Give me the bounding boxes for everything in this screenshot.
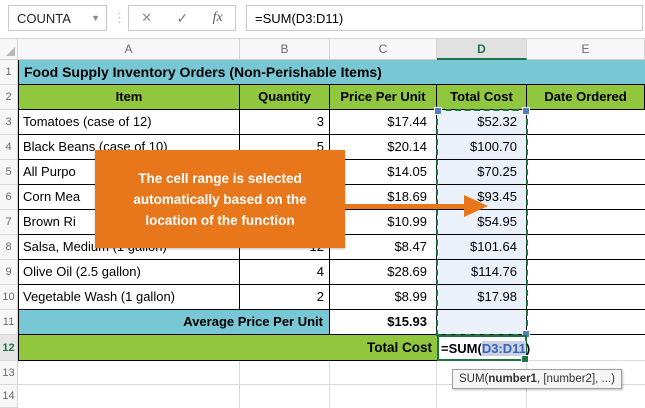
average-label-cell[interactable]: Average Price Per Unit <box>18 310 330 335</box>
cell-e10[interactable] <box>527 285 645 310</box>
cancel-icon[interactable]: ✕ <box>141 10 152 26</box>
cell-e7[interactable] <box>527 210 645 235</box>
row-header-8[interactable]: 8 <box>0 235 18 260</box>
header-total[interactable]: Total Cost <box>437 85 527 110</box>
formula-bar-text: =SUM(D3:D11) <box>255 10 344 26</box>
callout-line: location of the function <box>145 212 295 228</box>
column-header-c[interactable]: C <box>330 38 437 60</box>
row-header-2[interactable]: 2 <box>0 85 18 110</box>
cell-e4[interactable] <box>527 135 645 160</box>
callout-arrow-shaft <box>345 204 465 209</box>
cell-a3[interactable]: Tomatoes (case of 12) <box>18 110 240 135</box>
header-price[interactable]: Price Per Unit <box>330 85 437 110</box>
formula-bar-input[interactable]: =SUM(D3:D11) <box>246 5 643 31</box>
header-item[interactable]: Item <box>18 85 240 110</box>
cell-c10[interactable]: $8.99 <box>330 285 437 310</box>
formula-prefix: =SUM( <box>441 340 482 356</box>
row-header-3[interactable]: 3 <box>0 110 18 135</box>
screentip-suffix: , [number2], ...) <box>536 373 615 385</box>
select-all-button[interactable] <box>0 38 18 60</box>
function-screentip: SUM(number1, [number2], ...) <box>452 369 622 389</box>
separator-dots-icon: ⋮ <box>113 10 126 25</box>
cell-e11[interactable] <box>527 310 645 335</box>
callout-line: The cell range is selected <box>138 170 302 186</box>
name-box-value: COUNTA <box>17 10 71 26</box>
header-quantity[interactable]: Quantity <box>240 85 330 110</box>
name-box[interactable]: COUNTA ▼ <box>8 5 107 31</box>
column-header-a[interactable]: A <box>18 38 240 60</box>
row-header-14[interactable]: 14 <box>0 385 18 408</box>
callout-arrow-head-icon <box>464 195 488 217</box>
screentip-arg1: number1 <box>488 373 537 385</box>
gridline <box>529 360 645 361</box>
cell-d12-formula-edit[interactable]: =SUM(D3:D11) <box>437 335 531 363</box>
row-header-11[interactable]: 11 <box>0 310 18 335</box>
cell-d3[interactable]: $52.32 <box>437 110 527 135</box>
fill-handle[interactable] <box>521 355 529 363</box>
cell-e3[interactable] <box>527 110 645 135</box>
cell-e9[interactable] <box>527 260 645 285</box>
row-header-12-active[interactable]: 12 <box>0 335 18 361</box>
row-header-9[interactable]: 9 <box>0 260 18 285</box>
formula-range-highlight: D3:D11 <box>481 340 526 356</box>
row-header-5[interactable]: 5 <box>0 160 18 185</box>
header-date[interactable]: Date Ordered <box>527 85 645 110</box>
cell-c4[interactable]: $20.14 <box>330 135 437 160</box>
cell-c3[interactable]: $17.44 <box>330 110 437 135</box>
cell-b10[interactable]: 2 <box>240 285 330 310</box>
row-header-10[interactable]: 10 <box>0 285 18 310</box>
row-header-7[interactable]: 7 <box>0 210 18 235</box>
cell-c11-average-value[interactable]: $15.93 <box>330 310 437 335</box>
screentip-prefix: SUM( <box>459 373 489 385</box>
cell-e6[interactable] <box>527 185 645 210</box>
cell-b3[interactable]: 3 <box>240 110 330 135</box>
total-cost-label-cell[interactable]: Total Cost <box>18 335 437 361</box>
column-header-e[interactable]: E <box>527 38 645 60</box>
formula-suffix: ) <box>525 340 531 356</box>
formula-bar-area: COUNTA ▼ ⋮ ✕ ✓ fx =SUM(D3:D11) <box>0 0 645 38</box>
cell-c9[interactable]: $28.69 <box>330 260 437 285</box>
cell-d9[interactable]: $114.76 <box>437 260 527 285</box>
cell-d5[interactable]: $70.25 <box>437 160 527 185</box>
cell-d11[interactable] <box>437 310 527 335</box>
row-header-4[interactable]: 4 <box>0 135 18 160</box>
callout-line: automatically based on the <box>133 191 307 207</box>
cell-d10[interactable]: $17.98 <box>437 285 527 310</box>
cell-b9[interactable]: 4 <box>240 260 330 285</box>
row-header-13[interactable]: 13 <box>0 361 18 385</box>
cell-e5[interactable] <box>527 160 645 185</box>
formula-buttons: ✕ ✓ fx <box>128 5 236 31</box>
cell-a10[interactable]: Vegetable Wash (1 gallon) <box>18 285 240 310</box>
cell-c5[interactable]: $14.05 <box>330 160 437 185</box>
cell-c7[interactable]: $10.99 <box>330 210 437 235</box>
name-box-dropdown-icon[interactable]: ▼ <box>91 13 106 23</box>
cell-a9[interactable]: Olive Oil (2.5 gallon) <box>18 260 240 285</box>
cell-c8[interactable]: $8.47 <box>330 235 437 260</box>
row-header-6[interactable]: 6 <box>0 185 18 210</box>
insert-function-icon[interactable]: fx <box>213 10 223 26</box>
spreadsheet-window: COUNTA ▼ ⋮ ✕ ✓ fx =SUM(D3:D11) A B C D E… <box>0 0 645 408</box>
cell-d4[interactable]: $100.70 <box>437 135 527 160</box>
column-header-d-selected[interactable]: D <box>437 38 527 60</box>
row-header-1[interactable]: 1 <box>0 60 18 85</box>
sheet-title-cell[interactable]: Food Supply Inventory Orders (Non-Perish… <box>18 60 645 85</box>
enter-icon[interactable]: ✓ <box>177 10 189 27</box>
column-header-b[interactable]: B <box>240 38 330 60</box>
cell-e8[interactable] <box>527 235 645 260</box>
cell-d8[interactable]: $101.64 <box>437 235 527 260</box>
callout-bubble: The cell range is selected automatically… <box>95 150 345 248</box>
